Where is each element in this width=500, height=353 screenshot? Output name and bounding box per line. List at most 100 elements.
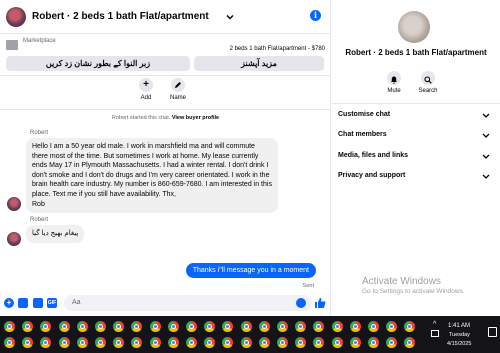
chrome-icon[interactable]: [258, 337, 270, 348]
customise-chat-row[interactable]: Customise chat: [338, 111, 490, 125]
mark-as-pending-button[interactable]: زبر النوا کے بطور نشان زد کریں: [6, 56, 190, 71]
avatar[interactable]: [7, 197, 21, 211]
chrome-icon[interactable]: [313, 321, 325, 332]
chat-title[interactable]: Robert · 2 beds 1 bath Flat/apartment: [32, 11, 209, 22]
chat-panel: Robert · 2 beds 1 bath Flat/apartment i …: [0, 0, 331, 316]
add-action[interactable]: + Add: [131, 78, 161, 101]
incoming-message[interactable]: پیغام بھیج دیا گیا: [26, 225, 85, 243]
view-buyer-profile-link[interactable]: View buyer profile: [172, 115, 219, 121]
chrome-icon[interactable]: [204, 337, 216, 348]
chrome-icon[interactable]: [313, 337, 325, 348]
chrome-icon[interactable]: [4, 321, 15, 332]
search-label: Search: [418, 88, 438, 94]
chrome-icon[interactable]: [222, 337, 234, 348]
message-sender: Robert: [30, 130, 49, 136]
media-files-links-row[interactable]: Media, files and links: [338, 152, 490, 166]
chat-started-notice: Robert started this chat. View buyer pro…: [0, 115, 331, 121]
message-input[interactable]: Aa: [64, 295, 312, 311]
chrome-icon[interactable]: [131, 321, 143, 332]
plus-circle-icon[interactable]: +: [4, 298, 14, 308]
outgoing-message[interactable]: Thanks i''ll message you in a moment: [185, 263, 316, 278]
scrollbar[interactable]: [324, 114, 328, 274]
message-signature: Rob: [32, 200, 45, 208]
emoji-icon[interactable]: [296, 298, 306, 308]
more-options-button[interactable]: مزید آپشنز: [194, 56, 324, 71]
avatar[interactable]: [398, 11, 430, 43]
privacy-support-row[interactable]: Privacy and support: [338, 172, 490, 186]
taskbar: ^ 1:41 AM Tuesday 4/15/2025: [0, 316, 500, 353]
chrome-icon[interactable]: [186, 321, 197, 332]
message-placeholder: Aa: [72, 299, 81, 306]
network-icon[interactable]: [431, 330, 439, 337]
chrome-icon[interactable]: [204, 321, 216, 332]
chrome-icon[interactable]: [277, 321, 288, 332]
chrome-icon[interactable]: [295, 337, 307, 348]
chrome-icon[interactable]: [331, 337, 343, 348]
chrome-icon[interactable]: [331, 321, 343, 332]
chrome-icon[interactable]: [149, 321, 161, 332]
chrome-icon[interactable]: [95, 321, 106, 332]
chrome-icon[interactable]: [404, 337, 416, 348]
chrome-icon[interactable]: [58, 321, 70, 332]
chat-actions: + Add Name: [0, 76, 331, 110]
pencil-icon: [171, 78, 185, 92]
chrome-icon[interactable]: [404, 321, 416, 332]
chrome-icon[interactable]: [240, 321, 252, 332]
chrome-icon[interactable]: [76, 337, 88, 348]
image-icon[interactable]: [18, 298, 28, 308]
chrome-icon[interactable]: [277, 337, 288, 348]
avatar[interactable]: [6, 7, 26, 27]
chrome-icon[interactable]: [76, 321, 88, 332]
listing-title[interactable]: 2 beds 1 bath Flat/apartment - $780: [230, 46, 325, 52]
chrome-icon[interactable]: [167, 337, 179, 348]
info-icon[interactable]: i: [310, 10, 321, 21]
mute-action[interactable]: Mute: [382, 71, 406, 94]
chevron-down-icon: [482, 154, 490, 159]
chevron-down-icon[interactable]: [225, 12, 235, 22]
name-action[interactable]: Name: [163, 78, 193, 101]
plus-icon: +: [139, 78, 153, 92]
chrome-icon[interactable]: [113, 337, 125, 348]
chrome-icon[interactable]: [113, 321, 125, 332]
gif-icon[interactable]: GIF: [47, 298, 57, 308]
chrome-icon[interactable]: [240, 337, 252, 348]
marketplace-bar: Marketplace 2 beds 1 bath Flat/apartment…: [0, 34, 331, 76]
chat-members-row[interactable]: Chat members: [338, 131, 490, 145]
chrome-icon[interactable]: [349, 321, 361, 332]
chrome-icon[interactable]: [349, 337, 361, 348]
chrome-icon[interactable]: [40, 321, 52, 332]
chrome-icon[interactable]: [222, 321, 234, 332]
add-label: Add: [140, 95, 152, 101]
incoming-message[interactable]: Hello I am a 50 year old male. I work in…: [26, 138, 278, 214]
sticker-icon[interactable]: [33, 298, 43, 308]
thumbs-up-icon[interactable]: [314, 297, 326, 309]
search-action[interactable]: Search: [416, 71, 440, 94]
chrome-icon[interactable]: [386, 337, 398, 348]
chrome-icon[interactable]: [149, 337, 161, 348]
chrome-icon[interactable]: [4, 337, 15, 348]
chrome-icon[interactable]: [58, 337, 70, 348]
chrome-icon[interactable]: [186, 337, 197, 348]
chrome-icon[interactable]: [167, 321, 179, 332]
chrome-icon[interactable]: [22, 337, 34, 348]
avatar[interactable]: [7, 232, 21, 246]
chrome-icon[interactable]: [95, 337, 106, 348]
chrome-icon[interactable]: [258, 321, 270, 332]
listing-thumbnail[interactable]: [6, 40, 18, 50]
clock-date: 4/15/2025: [447, 341, 472, 347]
message-sender: Robert: [30, 217, 49, 223]
row-label: Chat members: [338, 131, 387, 138]
screen: Robert · 2 beds 1 bath Flat/apartment i …: [0, 0, 500, 353]
chrome-icon[interactable]: [40, 337, 52, 348]
chrome-icon[interactable]: [131, 337, 143, 348]
chrome-icon[interactable]: [295, 321, 307, 332]
chrome-icon[interactable]: [22, 321, 34, 332]
mute-label: Mute: [387, 88, 401, 94]
chrome-icon[interactable]: [368, 321, 379, 332]
notification-icon[interactable]: [488, 327, 497, 337]
chrome-icon[interactable]: [368, 337, 379, 348]
chrome-icon[interactable]: [386, 321, 398, 332]
chevron-up-icon[interactable]: ^: [433, 321, 436, 328]
composer: + GIF Aa: [0, 292, 331, 316]
clock-time[interactable]: 1:41 AM: [448, 323, 470, 329]
